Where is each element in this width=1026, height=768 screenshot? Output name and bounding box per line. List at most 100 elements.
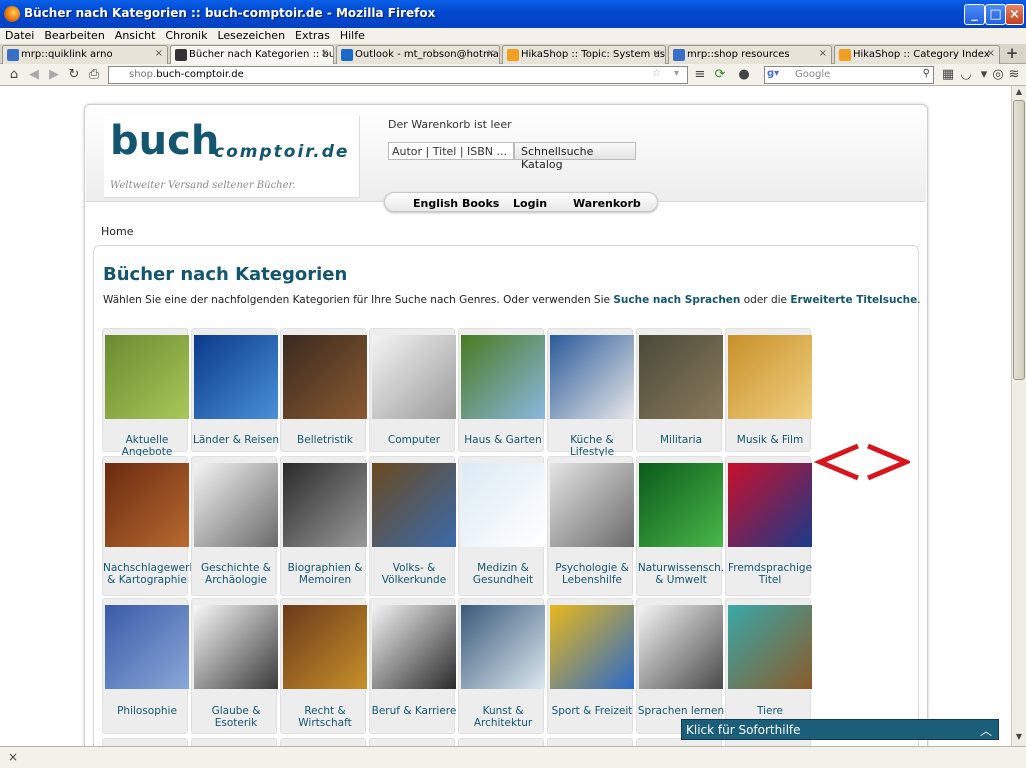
category-label[interactable]: Länder & Reisen — [192, 434, 280, 446]
tab-buecher-kategorien[interactable]: Bücher nach Kategorien :: buc... × — [170, 45, 334, 64]
search-input[interactable]: g▾ Google ⚲ — [764, 66, 934, 84]
category-tile[interactable]: Belletristik — [280, 328, 369, 452]
category-label[interactable]: Sport & Freizeit — [548, 705, 636, 717]
tab-mrp-shop-resources[interactable]: mrp::shop resources × — [668, 45, 832, 64]
nav-warenkorb[interactable]: Warenkorb — [573, 197, 641, 210]
category-image[interactable] — [728, 335, 812, 419]
category-tile[interactable] — [458, 738, 544, 746]
category-tile[interactable]: Kunst & Architektur — [458, 598, 547, 734]
quicksearch-button[interactable]: Schnellsuche Katalog — [514, 142, 636, 171]
live-help-bar[interactable]: Klick für Soforthilfe ︿ — [681, 719, 999, 740]
category-tile[interactable]: Philosophie — [102, 598, 191, 734]
addon-sync-icon[interactable]: ⟳ — [712, 67, 728, 83]
tab-mrp-quiklink[interactable]: mrp::quiklink arno × — [2, 45, 168, 64]
chevron-up-icon[interactable]: ︿ — [980, 722, 992, 739]
category-label[interactable]: Recht & Wirtschaft — [281, 705, 369, 729]
category-label[interactable]: Medizin & Gesundheit — [459, 562, 547, 586]
scroll-down-icon[interactable]: ▼ — [1014, 732, 1024, 742]
link-suche-nach-sprachen[interactable]: Suche nach Sprachen — [613, 294, 740, 306]
category-label[interactable]: Nachschlagewerke & Kartographie — [103, 562, 202, 586]
category-image[interactable] — [194, 605, 278, 689]
category-label[interactable]: Kunst & Architektur — [459, 705, 547, 729]
maximize-button[interactable]: □ — [985, 4, 1006, 25]
category-image[interactable] — [283, 463, 367, 547]
category-image[interactable] — [105, 335, 189, 419]
category-label[interactable]: Musik & Film — [726, 434, 814, 446]
quicksearch-input[interactable]: Autor | Titel | ISBN ... — [388, 142, 514, 160]
category-tile[interactable] — [369, 738, 455, 746]
category-tile[interactable]: Beruf & Karriere — [369, 598, 458, 734]
category-tile[interactable] — [547, 738, 633, 746]
category-label[interactable]: Belletristik — [281, 434, 369, 446]
menu-hilfe[interactable]: Hilfe — [335, 28, 370, 42]
category-image[interactable] — [461, 335, 545, 419]
category-label[interactable]: Computer — [370, 434, 458, 446]
category-image[interactable] — [372, 605, 456, 689]
category-image[interactable] — [105, 463, 189, 547]
category-tile[interactable] — [102, 738, 188, 746]
back-icon[interactable]: ◀ — [26, 67, 42, 83]
category-tile[interactable]: Computer — [369, 328, 458, 452]
category-tile[interactable]: Fremdsprachige Titel — [725, 456, 814, 596]
category-tile[interactable]: Aktuelle Angebote — [102, 328, 189, 458]
tab-hikashop-category[interactable]: HikaShop :: Category Index × — [834, 45, 1000, 64]
close-tab-icon[interactable]: × — [819, 48, 827, 59]
category-label[interactable]: Sprachen lernen — [637, 705, 725, 717]
scrollbar-thumb[interactable] — [1013, 100, 1025, 380]
menu-chronik[interactable]: Chronik — [160, 28, 212, 42]
category-image[interactable] — [639, 463, 723, 547]
category-image[interactable] — [372, 335, 456, 419]
category-tile[interactable]: Biographien & Memoiren — [280, 456, 369, 596]
category-image[interactable] — [550, 605, 634, 689]
menu-lesezeichen[interactable]: Lesezeichen — [212, 28, 290, 42]
close-window-button[interactable]: × — [1005, 4, 1024, 25]
category-tile[interactable]: Volks- & Völkerkunde — [369, 456, 456, 596]
category-label[interactable]: Tiere — [726, 705, 814, 717]
addon-layers-icon[interactable]: ≋ — [1006, 67, 1022, 83]
category-label[interactable]: Aktuelle Angebote — [103, 434, 191, 458]
category-label[interactable]: Philosophie — [103, 705, 191, 717]
menu-bearbeiten[interactable]: Bearbeiten — [39, 28, 109, 42]
reload-icon[interactable]: ↻ — [66, 67, 82, 83]
addon-abp-icon[interactable]: ● — [736, 67, 752, 83]
scroll-up-icon[interactable]: ▲ — [1014, 87, 1024, 97]
category-label[interactable]: Küche & Lifestyle — [548, 434, 636, 458]
category-label[interactable]: Militaria — [637, 434, 725, 446]
category-image[interactable] — [461, 605, 545, 689]
bookmark-star-icon[interactable]: ☆ — [652, 68, 661, 79]
category-label[interactable]: Fremdsprachige Titel — [726, 562, 814, 586]
category-tile[interactable]: Haus & Garten — [458, 328, 545, 452]
category-tile[interactable]: Geschichte & Archäologie — [191, 456, 278, 596]
minimize-button[interactable]: _ — [964, 4, 985, 25]
pocket-icon[interactable]: ◡ — [958, 67, 974, 83]
category-tile[interactable]: Sport & Freizeit — [547, 598, 636, 734]
category-tile[interactable]: Sprachen lernen — [636, 598, 725, 734]
breadcrumb[interactable]: Home — [101, 225, 133, 238]
category-image[interactable] — [728, 463, 812, 547]
nav-login[interactable]: Login — [513, 197, 547, 210]
addon-stack-icon[interactable]: ≡ — [692, 67, 708, 83]
category-image[interactable] — [639, 605, 723, 689]
category-tile[interactable]: Naturwissensch. & Umwelt — [636, 456, 724, 596]
url-bar[interactable]: shop.buch-comptoir.de ☆ ▾ — [108, 66, 688, 84]
category-image[interactable] — [550, 335, 634, 419]
close-tab-icon[interactable]: × — [321, 48, 329, 59]
category-image[interactable] — [194, 335, 278, 419]
link-erweiterte-titelsuche[interactable]: Erweiterte Titelsuche — [790, 294, 917, 306]
close-statusbar-icon[interactable]: × — [8, 750, 18, 764]
category-image[interactable] — [550, 463, 634, 547]
category-label[interactable]: Biographien & Memoiren — [281, 562, 369, 586]
category-tile[interactable]: Medizin & Gesundheit — [458, 456, 547, 596]
category-tile[interactable]: Psychologie & Lebenshilfe — [547, 456, 634, 596]
menu-ansicht[interactable]: Ansicht — [110, 28, 161, 42]
tab-hikashop-topic[interactable]: HikaShop :: Topic: System usi... × — [502, 45, 666, 64]
category-tile[interactable]: Glaube & Esoterik — [191, 598, 280, 734]
close-tab-icon[interactable]: × — [487, 48, 495, 59]
new-tab-button[interactable]: + — [1004, 45, 1020, 61]
carousel-arrows-icon[interactable] — [814, 442, 910, 482]
category-label[interactable]: Glaube & Esoterik — [192, 705, 280, 729]
category-label[interactable]: Beruf & Karriere — [370, 705, 458, 717]
home-icon[interactable]: ⌂ — [6, 67, 22, 83]
category-image[interactable] — [372, 463, 456, 547]
category-tile[interactable] — [280, 738, 366, 746]
